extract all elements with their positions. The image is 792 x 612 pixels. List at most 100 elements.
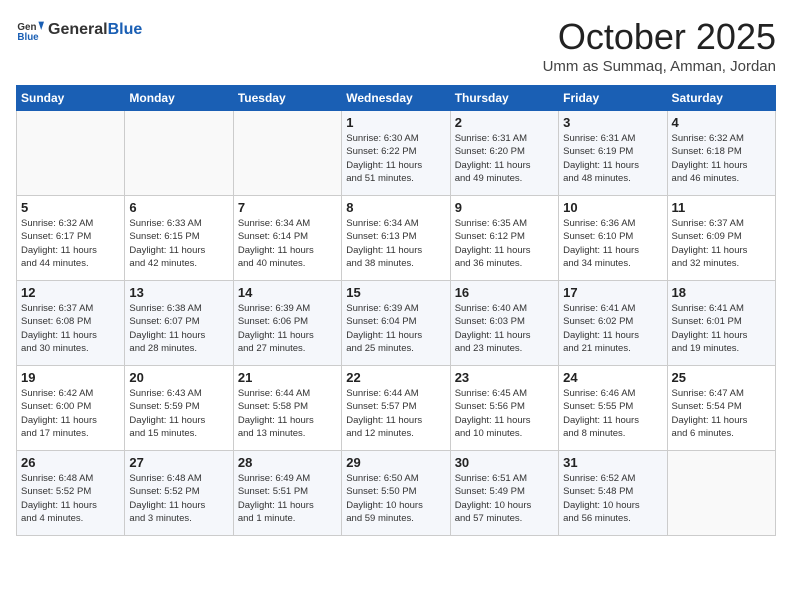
day-info: Sunrise: 6:46 AM Sunset: 5:55 PM Dayligh… [563, 387, 662, 440]
day-info: Sunrise: 6:30 AM Sunset: 6:22 PM Dayligh… [346, 132, 445, 185]
logo-icon: Gen Blue [16, 16, 44, 44]
day-info: Sunrise: 6:39 AM Sunset: 6:06 PM Dayligh… [238, 302, 337, 355]
calendar-cell: 9Sunrise: 6:35 AM Sunset: 6:12 PM Daylig… [450, 196, 558, 281]
calendar-cell: 11 Sunrise: 6:37 AM Sunset: 6:09 PM Dayli… [667, 196, 775, 281]
calendar-cell: 21 Sunrise: 6:44 AM Sunset: 5:58 PM Dayli… [233, 366, 341, 451]
calendar-cell: 4 Sunrise: 6:32 AM Sunset: 6:18 PM Daylig… [667, 111, 775, 196]
day-info: Sunrise: 6:37 AM Sunset: 6:09 PM Dayligh… [672, 217, 771, 270]
day-info: Sunrise: 6:52 AM Sunset: 5:48 PM Dayligh… [563, 472, 662, 525]
day-info: Sunrise: 6:47 AM Sunset: 5:54 PM Dayligh… [672, 387, 771, 440]
day-number: 2 [455, 115, 554, 130]
day-info: Sunrise: 6:32 AM Sunset: 6:18 PM Dayligh… [672, 132, 771, 185]
col-header-sunday: Sunday [17, 86, 125, 111]
day-number: 30 [455, 455, 554, 470]
day-info: Sunrise: 6:40 AM Sunset: 6:03 PM Dayligh… [455, 302, 554, 355]
day-number: 4 [672, 115, 771, 130]
calendar-cell: 17 Sunrise: 6:41 AM Sunset: 6:02 PM Dayli… [559, 281, 667, 366]
logo-blue: Blue [108, 21, 143, 38]
calendar-cell: 25Sunrise: 6:47 AM Sunset: 5:54 PM Dayli… [667, 366, 775, 451]
day-info: Sunrise: 6:48 AM Sunset: 5:52 PM Dayligh… [129, 472, 228, 525]
day-info: Sunrise: 6:44 AM Sunset: 5:58 PM Dayligh… [238, 387, 337, 440]
calendar-cell: 1 Sunrise: 6:30 AM Sunset: 6:22 PM Daylig… [342, 111, 450, 196]
calendar-cell: 2 Sunrise: 6:31 AM Sunset: 6:20 PM Daylig… [450, 111, 558, 196]
calendar-cell: 18 Sunrise: 6:41 AM Sunset: 6:01 PM Dayli… [667, 281, 775, 366]
calendar-cell: 23 Sunrise: 6:45 AM Sunset: 5:56 PM Dayli… [450, 366, 558, 451]
month-title: October 2025 [543, 16, 776, 58]
calendar-cell: 8 Sunrise: 6:34 AM Sunset: 6:13 PM Daylig… [342, 196, 450, 281]
col-header-monday: Monday [125, 86, 233, 111]
calendar-cell: 6Sunrise: 6:33 AM Sunset: 6:15 PM Daylig… [125, 196, 233, 281]
day-number: 24 [563, 370, 662, 385]
day-number: 13 [129, 285, 228, 300]
calendar-cell: 19 Sunrise: 6:42 AM Sunset: 6:00 PM Dayli… [17, 366, 125, 451]
calendar-week-1: 1 Sunrise: 6:30 AM Sunset: 6:22 PM Daylig… [17, 111, 776, 196]
col-header-saturday: Saturday [667, 86, 775, 111]
day-number: 19 [21, 370, 120, 385]
calendar-cell: 29Sunrise: 6:50 AM Sunset: 5:50 PM Dayli… [342, 451, 450, 536]
calendar-cell: 7 Sunrise: 6:34 AM Sunset: 6:14 PM Daylig… [233, 196, 341, 281]
calendar-cell: 13Sunrise: 6:38 AM Sunset: 6:07 PM Dayli… [125, 281, 233, 366]
day-number: 23 [455, 370, 554, 385]
calendar-table: SundayMondayTuesdayWednesdayThursdayFrid… [16, 85, 776, 536]
day-info: Sunrise: 6:43 AM Sunset: 5:59 PM Dayligh… [129, 387, 228, 440]
day-info: Sunrise: 6:48 AM Sunset: 5:52 PM Dayligh… [21, 472, 120, 525]
day-info: Sunrise: 6:42 AM Sunset: 6:00 PM Dayligh… [21, 387, 120, 440]
day-info: Sunrise: 6:41 AM Sunset: 6:01 PM Dayligh… [672, 302, 771, 355]
day-number: 7 [238, 200, 337, 215]
day-info: Sunrise: 6:49 AM Sunset: 5:51 PM Dayligh… [238, 472, 337, 525]
day-number: 28 [238, 455, 337, 470]
day-number: 27 [129, 455, 228, 470]
day-info: Sunrise: 6:34 AM Sunset: 6:14 PM Dayligh… [238, 217, 337, 270]
day-number: 31 [563, 455, 662, 470]
day-number: 12 [21, 285, 120, 300]
day-number: 10 [563, 200, 662, 215]
day-info: Sunrise: 6:31 AM Sunset: 6:19 PM Dayligh… [563, 132, 662, 185]
calendar-cell: 24 Sunrise: 6:46 AM Sunset: 5:55 PM Dayli… [559, 366, 667, 451]
day-number: 1 [346, 115, 445, 130]
day-info: Sunrise: 6:51 AM Sunset: 5:49 PM Dayligh… [455, 472, 554, 525]
day-number: 16 [455, 285, 554, 300]
calendar-cell: 27 Sunrise: 6:48 AM Sunset: 5:52 PM Dayli… [125, 451, 233, 536]
day-number: 20 [129, 370, 228, 385]
calendar-cell: 3Sunrise: 6:31 AM Sunset: 6:19 PM Daylig… [559, 111, 667, 196]
col-header-tuesday: Tuesday [233, 86, 341, 111]
day-number: 29 [346, 455, 445, 470]
col-header-thursday: Thursday [450, 86, 558, 111]
day-info: Sunrise: 6:32 AM Sunset: 6:17 PM Dayligh… [21, 217, 120, 270]
calendar-cell: 10Sunrise: 6:36 AM Sunset: 6:10 PM Dayli… [559, 196, 667, 281]
day-info: Sunrise: 6:35 AM Sunset: 6:12 PM Dayligh… [455, 217, 554, 270]
calendar-week-4: 19 Sunrise: 6:42 AM Sunset: 6:00 PM Dayli… [17, 366, 776, 451]
day-info: Sunrise: 6:31 AM Sunset: 6:20 PM Dayligh… [455, 132, 554, 185]
day-number: 14 [238, 285, 337, 300]
location: Umm as Summaq, Amman, Jordan [543, 58, 776, 75]
calendar-cell: 28 Sunrise: 6:49 AM Sunset: 5:51 PM Dayli… [233, 451, 341, 536]
day-info: Sunrise: 6:39 AM Sunset: 6:04 PM Dayligh… [346, 302, 445, 355]
day-info: Sunrise: 6:34 AM Sunset: 6:13 PM Dayligh… [346, 217, 445, 270]
calendar-week-3: 12Sunrise: 6:37 AM Sunset: 6:08 PM Dayli… [17, 281, 776, 366]
day-number: 5 [21, 200, 120, 215]
day-number: 18 [672, 285, 771, 300]
day-number: 6 [129, 200, 228, 215]
day-number: 11 [672, 200, 771, 215]
calendar-cell [667, 451, 775, 536]
calendar-cell: 30 Sunrise: 6:51 AM Sunset: 5:49 PM Dayli… [450, 451, 558, 536]
day-number: 22 [346, 370, 445, 385]
day-number: 15 [346, 285, 445, 300]
calendar-cell: 22 Sunrise: 6:44 AM Sunset: 5:57 PM Dayli… [342, 366, 450, 451]
calendar-cell: 20 Sunrise: 6:43 AM Sunset: 5:59 PM Dayli… [125, 366, 233, 451]
title-block: October 2025 Umm as Summaq, Amman, Jorda… [543, 16, 776, 75]
day-number: 8 [346, 200, 445, 215]
calendar-cell: 31 Sunrise: 6:52 AM Sunset: 5:48 PM Dayli… [559, 451, 667, 536]
calendar-header-row: SundayMondayTuesdayWednesdayThursdayFrid… [17, 86, 776, 111]
day-info: Sunrise: 6:41 AM Sunset: 6:02 PM Dayligh… [563, 302, 662, 355]
day-info: Sunrise: 6:44 AM Sunset: 5:57 PM Dayligh… [346, 387, 445, 440]
logo-general: General [48, 21, 108, 38]
day-number: 17 [563, 285, 662, 300]
calendar-cell: 5 Sunrise: 6:32 AM Sunset: 6:17 PM Daylig… [17, 196, 125, 281]
day-info: Sunrise: 6:45 AM Sunset: 5:56 PM Dayligh… [455, 387, 554, 440]
day-number: 21 [238, 370, 337, 385]
calendar-cell: 16 Sunrise: 6:40 AM Sunset: 6:03 PM Dayli… [450, 281, 558, 366]
calendar-cell: 26Sunrise: 6:48 AM Sunset: 5:52 PM Dayli… [17, 451, 125, 536]
logo: Gen Blue GeneralBlue [16, 16, 142, 44]
col-header-friday: Friday [559, 86, 667, 111]
